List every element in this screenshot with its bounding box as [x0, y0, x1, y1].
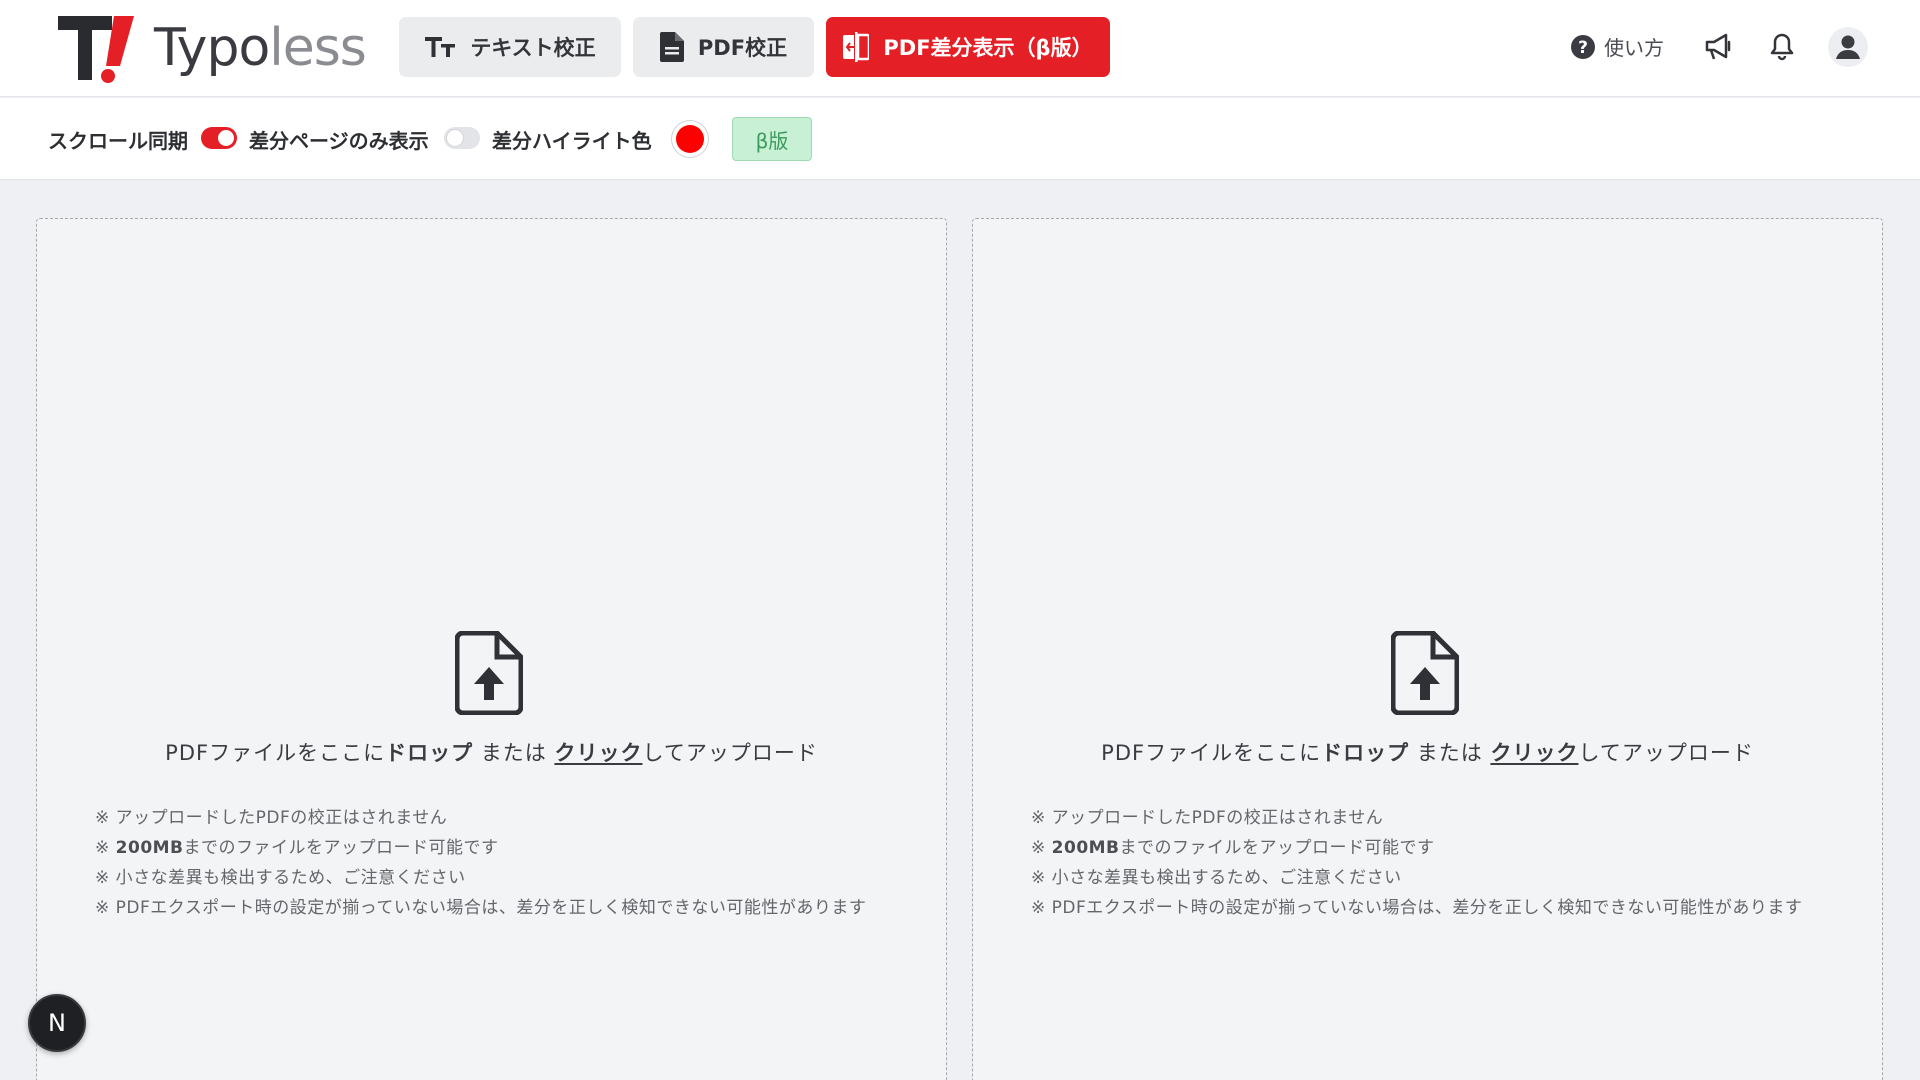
highlight-color-dot	[676, 125, 704, 153]
toggle-knob	[218, 130, 234, 146]
avatar-icon	[1828, 27, 1868, 67]
diff-pages-only-label: 差分ページのみ表示	[249, 129, 429, 153]
help-label: 使い方	[1604, 36, 1664, 60]
text-check-label: テキスト校正	[470, 36, 596, 60]
announcement-button[interactable]	[1702, 30, 1736, 64]
pdf-diff-label: PDF差分表示（β版）	[883, 36, 1093, 60]
note-item: ※ アップロードしたPDFの校正はされません	[1031, 808, 1384, 828]
user-menu-button[interactable]	[1827, 26, 1869, 68]
file-text-icon	[659, 32, 684, 62]
typoless-logo[interactable]: Typoless	[56, 12, 367, 84]
note-item: ※ 200MBまでのファイルをアップロード可能です	[1031, 838, 1435, 858]
diff-toolbar: スクロール同期 差分ページのみ表示 差分ハイライト色	[0, 98, 1920, 180]
file-upload-icon	[1391, 631, 1459, 715]
file-compare-icon	[843, 32, 870, 62]
click-link[interactable]: クリック	[554, 741, 642, 765]
note-item: ※ 小さな差異も検出するため、ご注意ください	[95, 868, 466, 888]
file-upload-icon	[455, 631, 523, 715]
note-item: ※ 200MBまでのファイルをアップロード可能です	[95, 838, 499, 858]
click-link[interactable]: クリック	[1490, 741, 1578, 765]
svg-text:?: ?	[1578, 38, 1588, 58]
note-item: ※ 小さな差異も検出するため、ご注意ください	[1031, 868, 1402, 888]
pdf-check-label: PDF校正	[697, 36, 788, 60]
floating-n-button[interactable]: N	[28, 994, 86, 1052]
note-item: ※ PDFエクスポート時の設定が揃っていない場合は、差分を正しく検知できない可能…	[1031, 898, 1803, 918]
bell-icon	[1770, 33, 1794, 61]
logo-text: Typoless	[154, 18, 367, 78]
text-check-button[interactable]: テキスト校正	[399, 17, 621, 77]
upload-notes: ※ アップロードしたPDFの校正はされません ※ 200MBまでのファイルをアッ…	[1031, 803, 1802, 923]
notifications-button[interactable]	[1765, 30, 1799, 64]
text-size-icon	[425, 37, 456, 57]
header: Typoless テキスト校正 PDF校正 PDF差分表示（β版） ? 使い方	[0, 0, 1920, 97]
dropzone-instructions: PDFファイルをここにドロップ または クリックしてアップロード	[165, 741, 818, 765]
scroll-sync-toggle[interactable]	[201, 127, 237, 149]
question-circle-icon: ?	[1571, 34, 1595, 59]
highlight-color-label: 差分ハイライト色	[492, 129, 652, 153]
dropzone-instructions: PDFファイルをここにドロップ または クリックしてアップロード	[1101, 741, 1754, 765]
help-link[interactable]: ? 使い方	[1570, 32, 1664, 61]
dropzone-right[interactable]: PDFファイルをここにドロップ または クリックしてアップロード ※ アップロー…	[972, 218, 1883, 1080]
diff-pages-only-toggle[interactable]	[444, 127, 480, 149]
note-item: ※ アップロードしたPDFの校正はされません	[95, 808, 448, 828]
note-item: ※ PDFエクスポート時の設定が揃っていない場合は、差分を正しく検知できない可能…	[95, 898, 867, 918]
megaphone-icon	[1705, 33, 1731, 60]
upload-notes: ※ アップロードしたPDFの校正はされません ※ 200MBまでのファイルをアッ…	[95, 803, 866, 923]
logo-mark-icon	[58, 16, 134, 83]
scroll-sync-label: スクロール同期	[48, 129, 188, 153]
pdf-diff-button[interactable]: PDF差分表示（β版）	[826, 17, 1110, 77]
pdf-check-button[interactable]: PDF校正	[633, 17, 814, 77]
dropzone-left[interactable]: PDFファイルをここにドロップ または クリックしてアップロード ※ アップロー…	[36, 218, 947, 1080]
beta-badge: β版	[732, 117, 812, 161]
drop-text: ドロップ	[385, 741, 474, 765]
toggle-knob	[447, 130, 463, 146]
highlight-color-picker[interactable]	[672, 121, 708, 157]
drop-text: ドロップ	[1321, 741, 1410, 765]
